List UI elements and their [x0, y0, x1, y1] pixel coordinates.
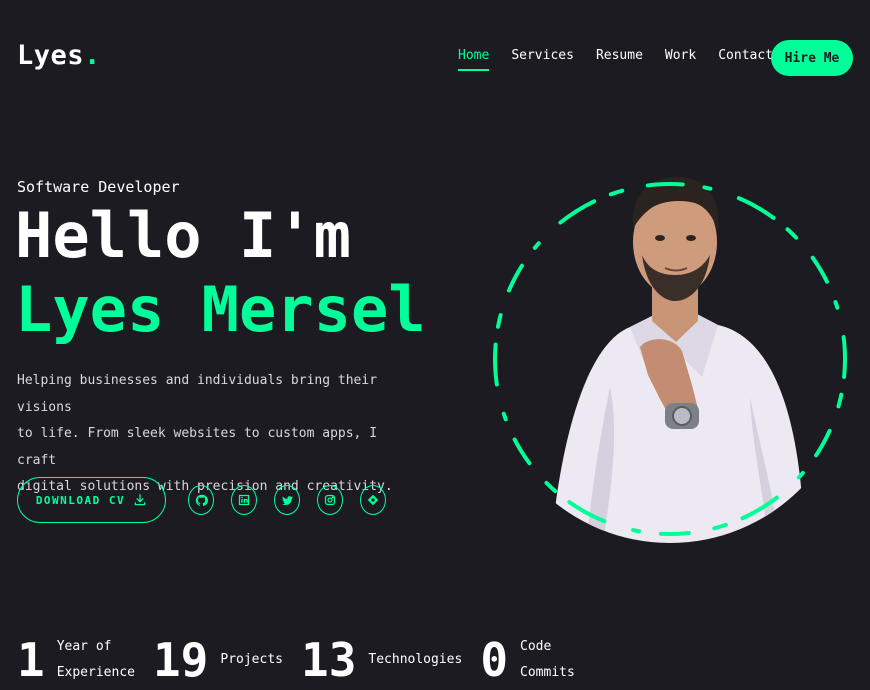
- stat-projects: 19 Projects: [153, 634, 283, 686]
- profile-photo-area: [490, 137, 860, 562]
- page: Lyes. Home Services Resume Work Contact …: [0, 0, 870, 690]
- logo[interactable]: Lyes.: [17, 40, 101, 71]
- hero-name: Lyes Mersel: [15, 273, 426, 346]
- stats-row: 1 Year of Experience 19 Projects 13 Tech…: [17, 634, 593, 686]
- stat-label-line: Technologies: [368, 652, 463, 667]
- download-cv-label: DOWNLOAD CV: [35, 493, 126, 507]
- stat-number: 19: [152, 633, 209, 687]
- instagram-icon: [324, 494, 336, 506]
- github-link[interactable]: [188, 485, 214, 515]
- stat-label: Code Commits: [520, 634, 575, 686]
- stat-label-line: Commits: [520, 665, 575, 680]
- stat-commits: 0 Code Commits: [480, 634, 575, 686]
- stat-number: 0: [480, 633, 509, 687]
- stat-experience: 1 Year of Experience: [17, 634, 135, 686]
- download-cv-button[interactable]: DOWNLOAD CV: [17, 477, 166, 523]
- stat-label: Year of Experience: [57, 634, 135, 686]
- main-nav: Home Services Resume Work Contact: [458, 48, 795, 71]
- hire-me-button[interactable]: Hire Me: [771, 40, 853, 76]
- stat-label-line: Experience: [56, 665, 135, 680]
- stat-technologies: 13 Technologies: [301, 634, 462, 686]
- description-line: to life. From sleek websites to custom a…: [17, 426, 378, 468]
- stat-label: Projects: [220, 647, 283, 673]
- twitter-icon: [281, 495, 293, 505]
- hashnode-icon: [367, 494, 379, 506]
- download-icon: [134, 494, 146, 506]
- logo-dot: .: [84, 40, 101, 71]
- stat-label: Technologies: [368, 647, 462, 673]
- nav-services[interactable]: Services: [511, 48, 574, 69]
- hero-subtitle: Software Developer: [17, 178, 180, 196]
- twitter-link[interactable]: [274, 485, 300, 515]
- nav-resume[interactable]: Resume: [596, 48, 643, 69]
- stat-label-line: Year of: [56, 639, 112, 654]
- logo-text: Lyes: [17, 40, 85, 71]
- stat-number: 1: [17, 633, 45, 687]
- github-icon: [195, 494, 208, 506]
- hero-greeting: Hello I'm: [15, 199, 351, 272]
- hashnode-link[interactable]: [360, 485, 386, 515]
- stat-label-line: Projects: [220, 652, 283, 667]
- profile-photo-svg: [493, 177, 847, 543]
- linkedin-icon: [238, 494, 250, 506]
- stat-label-line: Code: [520, 639, 552, 654]
- nav-home[interactable]: Home: [458, 48, 490, 71]
- nav-work[interactable]: Work: [665, 48, 696, 69]
- linkedin-link[interactable]: [231, 485, 257, 515]
- instagram-link[interactable]: [317, 485, 343, 515]
- nav-contact[interactable]: Contact: [718, 48, 773, 69]
- stat-number: 13: [301, 633, 357, 687]
- social-links: [188, 485, 386, 515]
- description-line: Helping businesses and individuals bring…: [17, 373, 378, 415]
